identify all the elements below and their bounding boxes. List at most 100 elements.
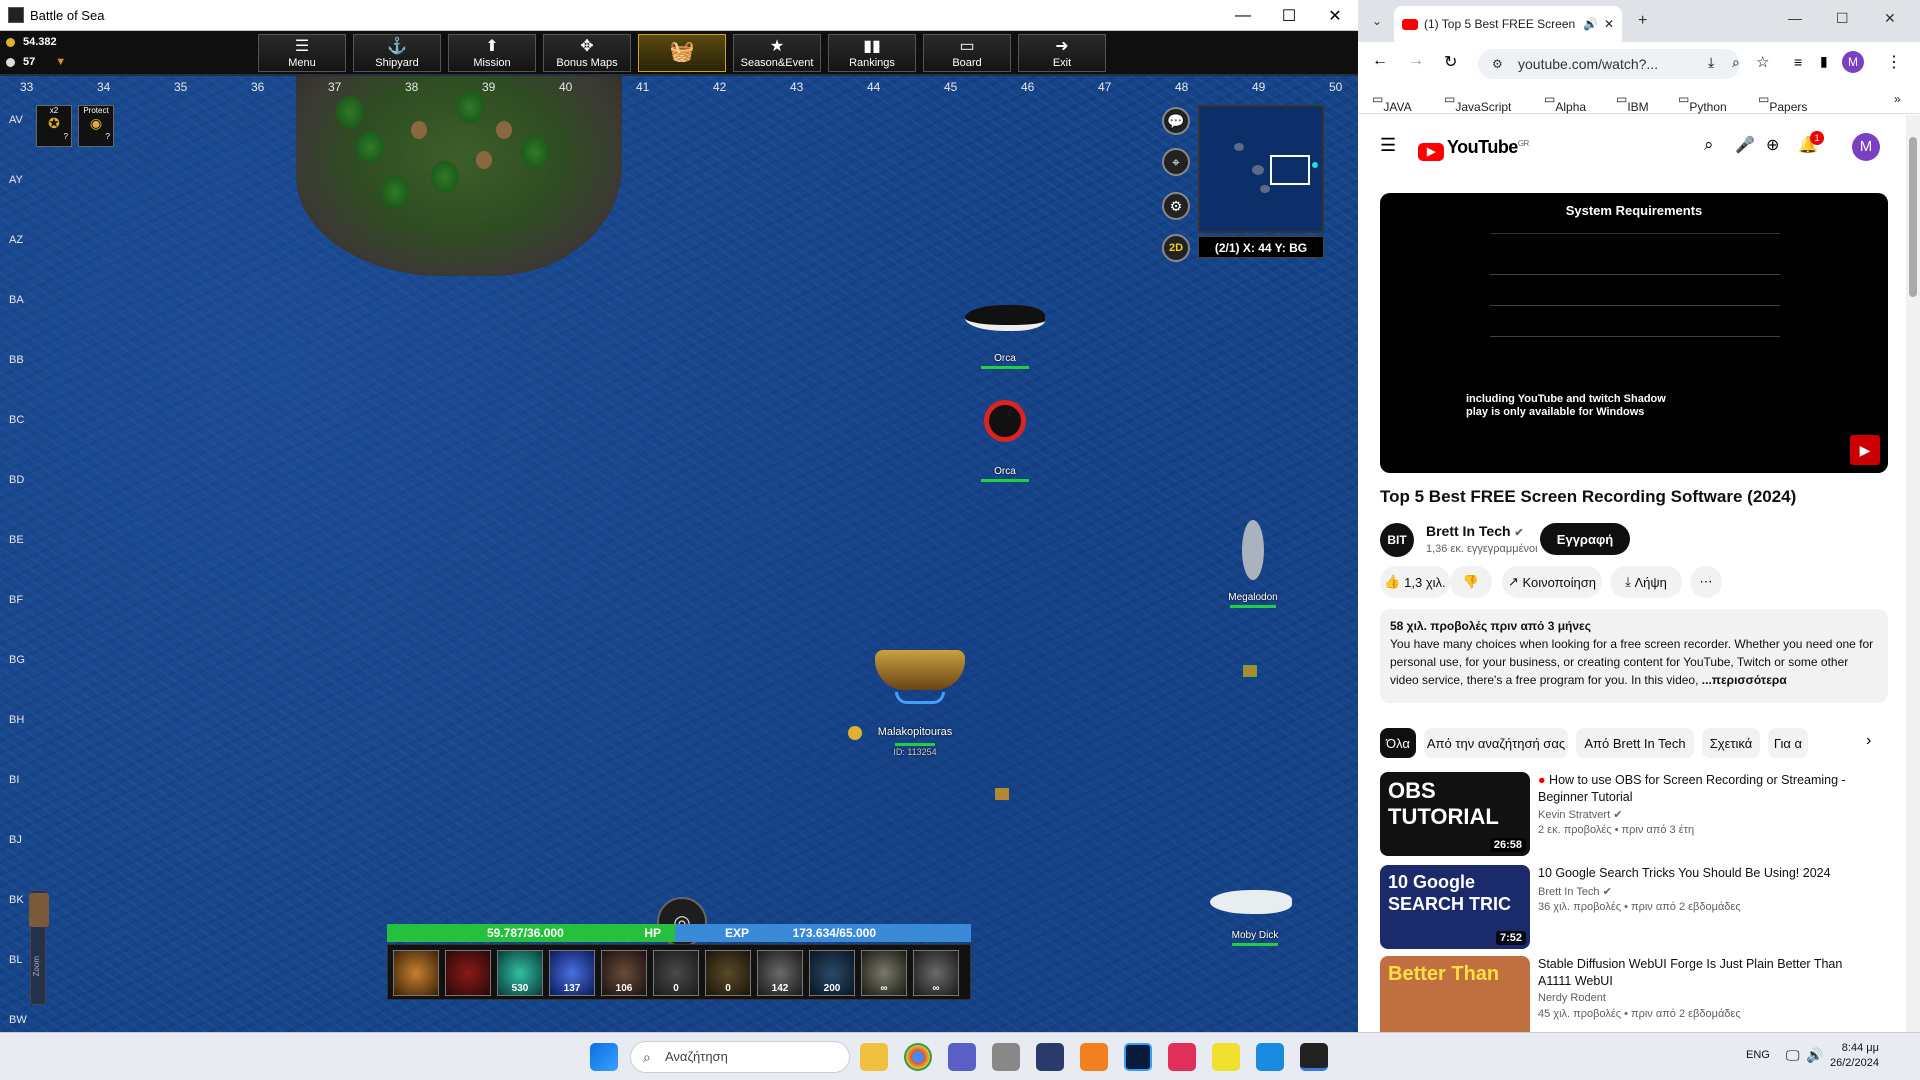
bookmarks-overflow-icon[interactable]: » xyxy=(1894,92,1901,106)
bookmark-papers[interactable]: ▭ Papers xyxy=(1758,92,1807,114)
skill-slot[interactable]: 142 xyxy=(757,950,803,996)
skill-slot[interactable]: 530 xyxy=(497,950,543,996)
youtube-logo[interactable]: ▶ YouTubeGR xyxy=(1418,137,1529,161)
bookmark-ibm[interactable]: ▭ IBM xyxy=(1616,92,1649,114)
recommended-video[interactable]: Better Than Stable Diffusion WebUI Forge… xyxy=(1380,956,1890,1032)
back-button[interactable]: ← xyxy=(1372,52,1388,70)
board-button[interactable]: ▭ Board xyxy=(923,34,1011,72)
skill-slot[interactable]: ∞ xyxy=(861,950,907,996)
treasure-chest-icon[interactable] xyxy=(1243,665,1257,677)
app-icon[interactable] xyxy=(1036,1043,1064,1071)
new-tab-button[interactable]: + xyxy=(1638,12,1647,30)
network-icon[interactable]: 🖵 xyxy=(1786,1047,1800,1064)
skill-slot[interactable] xyxy=(393,950,439,996)
chip-all[interactable]: Όλα xyxy=(1380,728,1416,758)
show-more-link[interactable]: ...περισσότερα xyxy=(1702,673,1787,687)
skill-slot[interactable]: 106 xyxy=(601,950,647,996)
intellij-icon[interactable] xyxy=(1168,1043,1196,1071)
media-icon[interactable]: ≡ xyxy=(1794,54,1802,70)
chip-for-you[interactable]: Για α xyxy=(1768,728,1808,758)
forward-button[interactable]: → xyxy=(1408,52,1424,70)
bookmark-alpha[interactable]: ▭ Alpha xyxy=(1544,92,1586,114)
volume-icon[interactable]: 🔊 xyxy=(1806,1047,1823,1064)
minimize-button[interactable]: — xyxy=(1220,0,1266,31)
shop-button[interactable]: 🧺 xyxy=(638,34,726,72)
x2-bonus-badge[interactable]: x2 ✪? xyxy=(36,105,72,147)
chat-button[interactable]: 💬 xyxy=(1162,107,1190,135)
language-indicator[interactable]: ENG xyxy=(1746,1049,1770,1061)
chip-from-channel[interactable]: Από Brett In Tech xyxy=(1576,728,1694,758)
scrollbar[interactable] xyxy=(1906,115,1920,1032)
file-explorer-icon[interactable] xyxy=(860,1043,888,1071)
bonus-maps-button[interactable]: ✥ Bonus Maps xyxy=(543,34,631,72)
rankings-button[interactable]: ▮▮ Rankings xyxy=(828,34,916,72)
channel-avatar[interactable]: BIT xyxy=(1380,523,1414,557)
shipyard-button[interactable]: ⚓ Shipyard xyxy=(353,34,441,72)
minimap[interactable] xyxy=(1198,105,1324,233)
chip-from-search[interactable]: Από την αναζήτησή σας xyxy=(1424,728,1568,758)
bookmark-javascript[interactable]: ▭ JavaScript xyxy=(1444,92,1511,114)
menu-button[interactable]: ☰ Menu xyxy=(258,34,346,72)
treasure-chest-icon[interactable] xyxy=(995,788,1009,800)
download-button[interactable]: ⤓ Λήψη xyxy=(1610,566,1682,598)
maximize-button[interactable]: ☐ xyxy=(1836,10,1849,27)
browser-tab[interactable]: (1) Top 5 Best FREE Screen R 🔊 ✕ xyxy=(1394,6,1622,42)
maximize-button[interactable]: ☐ xyxy=(1266,0,1312,31)
ocean-map[interactable] xyxy=(0,76,1358,1032)
minimize-button[interactable]: — xyxy=(1788,10,1802,26)
megalodon[interactable]: Megalodon xyxy=(1220,520,1286,608)
reload-button[interactable]: ↻ xyxy=(1444,52,1457,72)
bookmark-java[interactable]: ▭ JAVA xyxy=(1372,92,1412,114)
channel-name[interactable]: Brett In Tech ✔ xyxy=(1426,523,1524,539)
photoshop-icon[interactable] xyxy=(1124,1043,1152,1071)
exit-button[interactable]: ➜ Exit xyxy=(1018,34,1106,72)
close-button[interactable]: ✕ xyxy=(1884,10,1896,27)
subscribe-button[interactable]: Εγγραφή xyxy=(1540,523,1630,555)
close-button[interactable]: ✕ xyxy=(1312,0,1358,31)
avatar[interactable]: M xyxy=(1852,133,1880,161)
install-icon[interactable]: ⤓ xyxy=(1708,54,1714,71)
skill-slot[interactable]: 0 xyxy=(705,950,751,996)
taskbar-search[interactable]: ⌕ Αναζήτηση xyxy=(630,1041,850,1073)
season-event-button[interactable]: ★ Season&Event xyxy=(733,34,821,72)
search-icon[interactable]: ⌕ xyxy=(1704,135,1714,155)
sidepanel-icon[interactable]: ▮ xyxy=(1820,53,1828,70)
chip-related[interactable]: Σχετικά xyxy=(1702,728,1760,758)
skill-slot[interactable]: 0 xyxy=(653,950,699,996)
share-button[interactable]: ↗ Κοινοποίηση xyxy=(1502,566,1602,598)
create-icon[interactable]: ⊕ xyxy=(1766,135,1779,155)
video-player[interactable]: System Requirements including YouTube an… xyxy=(1380,193,1888,473)
like-button[interactable]: 👍 1,3 χιλ. xyxy=(1380,566,1450,598)
mic-icon[interactable]: 🎤 xyxy=(1735,135,1755,155)
vscode-icon[interactable] xyxy=(1256,1043,1284,1071)
dislike-button[interactable]: 👎 xyxy=(1450,566,1492,598)
recommended-video[interactable]: 10 Google SEARCH TRIC 7:52 10 Google Sear… xyxy=(1380,865,1890,949)
app-icon[interactable] xyxy=(1212,1043,1240,1071)
clock[interactable]: 8:44 μμ 26/2/2024 xyxy=(1830,1041,1879,1071)
profile-avatar[interactable]: M xyxy=(1842,51,1864,73)
calculator-icon[interactable] xyxy=(992,1043,1020,1071)
more-menu-icon[interactable]: ⋮ xyxy=(1886,52,1902,72)
more-actions-button[interactable]: ⋯ xyxy=(1690,566,1722,598)
skill-slot[interactable]: 137 xyxy=(549,950,595,996)
zoom-slider[interactable]: Zoom xyxy=(29,890,49,1005)
bookmark-python[interactable]: ▭ Python xyxy=(1678,92,1727,114)
moby-dick[interactable]: Moby Dick xyxy=(1210,890,1300,946)
zoom-icon[interactable]: ⌕ xyxy=(1732,54,1740,71)
view-2d-button[interactable]: 2D xyxy=(1162,234,1190,262)
recommended-video[interactable]: OBS TUTORIAL 26:58 ● How to use OBS for S… xyxy=(1380,772,1890,856)
chrome-icon[interactable] xyxy=(904,1043,932,1071)
orca-1[interactable]: Orca xyxy=(955,305,1055,369)
description-box[interactable]: 58 χιλ. προβολές πριν από 3 μήνες You ha… xyxy=(1380,609,1888,703)
player-ship[interactable] xyxy=(860,650,980,704)
hamburger-icon[interactable]: ☰ xyxy=(1380,135,1396,156)
settings-button[interactable]: ⚙ xyxy=(1162,192,1190,220)
bookmark-star-icon[interactable]: ☆ xyxy=(1756,53,1769,71)
orca-2[interactable]: Orca xyxy=(975,400,1035,482)
mission-button[interactable]: ⬆ Mission xyxy=(448,34,536,72)
skill-slot[interactable]: ∞ xyxy=(913,950,959,996)
location-button[interactable]: ⌖ xyxy=(1162,148,1190,176)
protect-badge[interactable]: Protect ◉? xyxy=(78,105,114,147)
teams-icon[interactable] xyxy=(948,1043,976,1071)
app-icon[interactable] xyxy=(1080,1043,1108,1071)
